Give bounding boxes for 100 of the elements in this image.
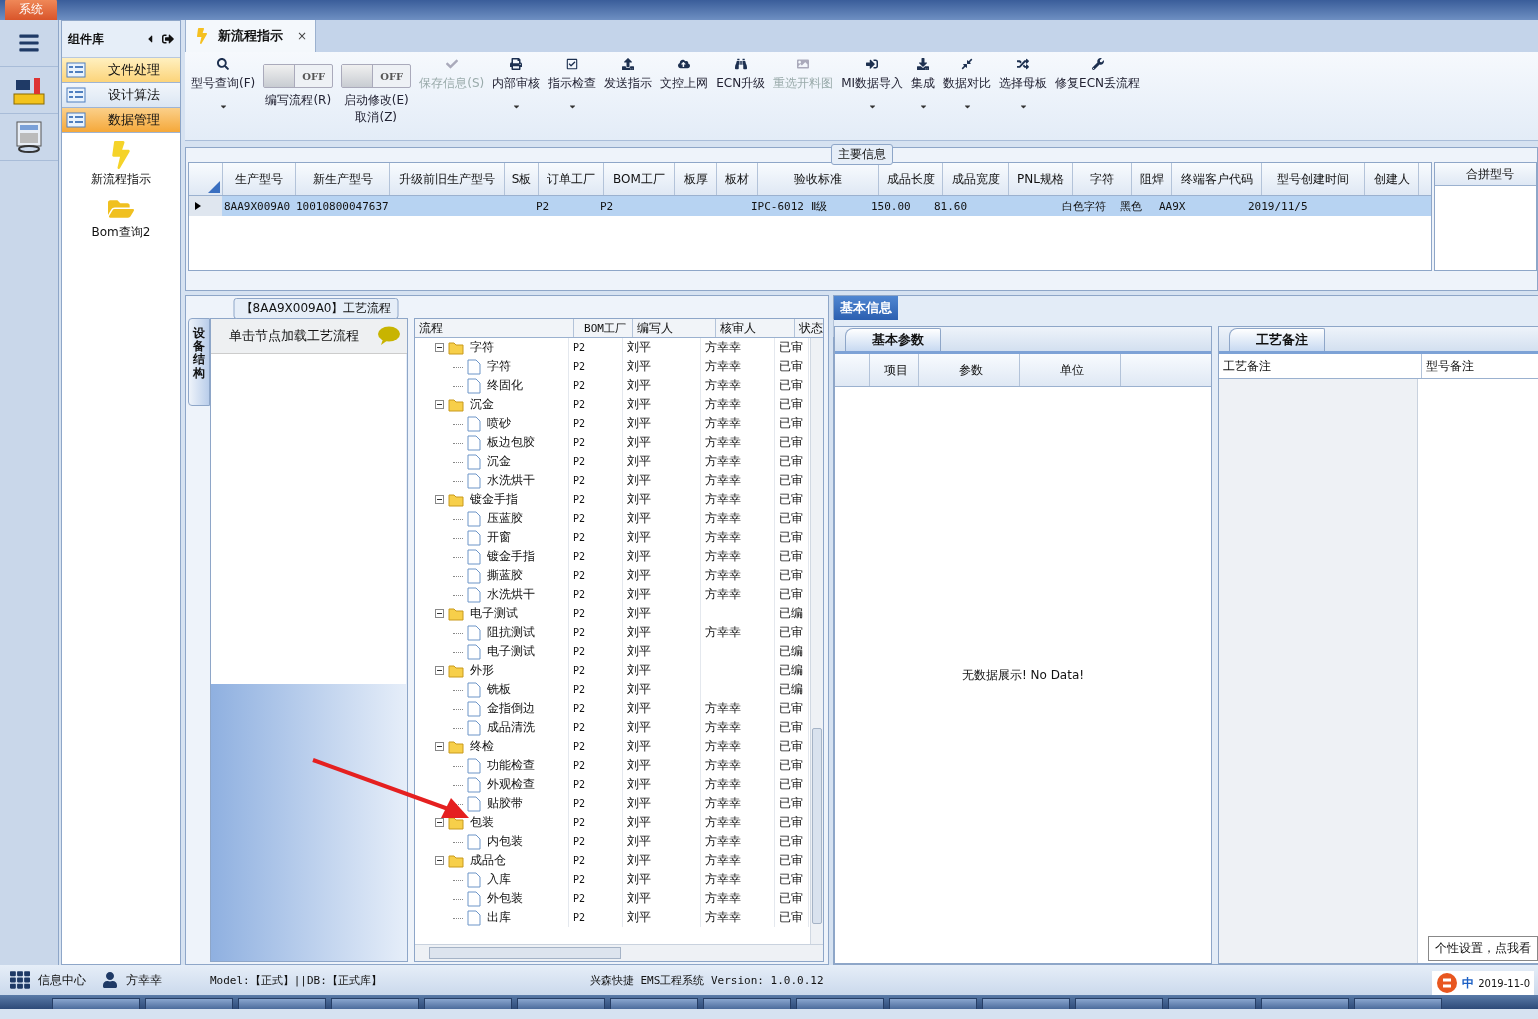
ime-mode[interactable]: 中 <box>1462 974 1475 992</box>
table-row[interactable]: 8AA9X009A0 10010800047637 P2 P2 IPC-6012 Ⅱ级 150.00 81.60 白色字符 黑色 AA9X 2019/11/5 <box>189 196 1431 216</box>
info-center-link[interactable]: 信息中心 <box>38 971 86 989</box>
tool-label[interactable]: 新流程指示 <box>91 171 151 188</box>
column-header[interactable]: 单位 <box>1020 354 1121 386</box>
toolbar-button[interactable]: MI数据导入 <box>837 56 908 111</box>
column-header[interactable]: 验收标准 <box>758 163 879 195</box>
document-tab[interactable]: 新流程指示 × <box>185 20 317 52</box>
column-header[interactable]: 工艺备注 <box>1219 354 1422 378</box>
column-header[interactable]: 板材 <box>717 163 758 195</box>
tree-row[interactable]: 出库 P2 刘平 方幸幸 已审 <box>415 908 810 927</box>
taskbar-button[interactable] <box>610 998 698 1009</box>
taskbar-button[interactable] <box>796 998 884 1009</box>
toggle-button[interactable]: OFF 编写流程(R) <box>259 60 338 109</box>
taskbar-button[interactable] <box>889 998 977 1009</box>
taskbar-button[interactable] <box>703 998 791 1009</box>
column-header[interactable]: 订单工厂 <box>539 163 604 195</box>
pin-icon[interactable] <box>162 33 174 45</box>
toolbar-button[interactable]: 内部审核 <box>488 56 545 111</box>
column-header[interactable]: 合拼型号 <box>1435 163 1536 185</box>
tool-label[interactable]: Bom查询2 <box>91 224 151 241</box>
category-item[interactable]: 数据管理 <box>62 108 180 133</box>
taskbar-button[interactable] <box>1168 998 1256 1009</box>
calculator-icon[interactable] <box>15 121 43 153</box>
column-header[interactable]: 字符 <box>1073 163 1132 195</box>
info-tab[interactable]: 基本信息 <box>834 296 898 320</box>
tree-row[interactable]: 入库 P2 刘平 方幸幸 已审 <box>415 870 810 889</box>
collapse-icon[interactable] <box>435 666 444 675</box>
grid-icon[interactable] <box>10 970 30 990</box>
collapse-icon[interactable] <box>435 609 444 618</box>
tree-row[interactable]: 压蓝胶 P2 刘平 方幸幸 已审 <box>415 509 810 528</box>
taskbar-button[interactable] <box>982 998 1070 1009</box>
toolbar-button[interactable]: ECN升级 <box>712 56 770 92</box>
column-header[interactable]: PNL规格 <box>1009 163 1073 195</box>
taskbar-button[interactable] <box>238 998 326 1009</box>
menu-icon[interactable] <box>18 32 40 54</box>
tree-row[interactable]: 镀金手指 P2 刘平 方幸幸 已审 <box>415 547 810 566</box>
tree-row[interactable]: 水洗烘干 P2 刘平 方幸幸 已审 <box>415 585 810 604</box>
collapse-icon[interactable] <box>435 343 444 352</box>
taskbar-button[interactable] <box>517 998 605 1009</box>
toolbar-button[interactable]: 数据对比 <box>939 56 996 111</box>
taskbar-button[interactable] <box>1354 998 1442 1009</box>
tree-row[interactable]: 镀金手指 P2 刘平 方幸幸 已审 <box>415 490 810 509</box>
tree-row[interactable]: 电子测试 P2 刘平 已编 <box>415 604 810 623</box>
tree-row[interactable]: 外观检查 P2 刘平 方幸幸 已审 <box>415 775 810 794</box>
taskbar-button[interactable] <box>331 998 419 1009</box>
tree-row[interactable]: 撕蓝胶 P2 刘平 方幸幸 已审 <box>415 566 810 585</box>
taskbar-button[interactable] <box>145 998 233 1009</box>
column-header[interactable]: 型号备注 <box>1422 354 1538 378</box>
collapse-icon[interactable] <box>435 400 444 409</box>
tree-row[interactable]: 终检 P2 刘平 方幸幸 已审 <box>415 737 810 756</box>
tree-row[interactable]: 功能检查 P2 刘平 方幸幸 已审 <box>415 756 810 775</box>
tree-row[interactable]: 外形 P2 刘平 已编 <box>415 661 810 680</box>
taskbar-button[interactable] <box>1075 998 1163 1009</box>
toolbar-button[interactable]: 型号查询(F) <box>187 56 260 111</box>
toggle-button[interactable]: OFF 启动修改(E) 取消(Z) <box>337 60 416 126</box>
column-header[interactable]: 型号创建时间 <box>1262 163 1365 195</box>
sub-tab[interactable]: 基本参数 <box>845 328 941 351</box>
toolbar-button[interactable]: 选择母板 <box>995 56 1052 111</box>
category-item[interactable]: 文件处理 <box>62 58 180 83</box>
tree-row[interactable]: 板边包胶 P2 刘平 方幸幸 已审 <box>415 433 810 452</box>
taskbar-button[interactable] <box>424 998 512 1009</box>
tree-row[interactable]: 开窗 P2 刘平 方幸幸 已审 <box>415 528 810 547</box>
column-header[interactable]: 流程 <box>415 319 574 337</box>
tree-row[interactable]: 字符 P2 刘平 方幸幸 已审 <box>415 338 810 357</box>
column-header[interactable]: 成品宽度 <box>943 163 1009 195</box>
tree-row[interactable]: 成品清洗 P2 刘平 方幸幸 已审 <box>415 718 810 737</box>
column-header[interactable]: 创建人 <box>1365 163 1419 195</box>
column-header[interactable]: 阻焊 <box>1132 163 1172 195</box>
tree-row[interactable]: 电子测试 P2 刘平 已编 <box>415 642 810 661</box>
toolbar-button[interactable]: 修复ECN丢流程 <box>1051 56 1145 92</box>
toolbar-button[interactable]: 发送指示 <box>600 56 657 92</box>
column-header[interactable]: 项目 <box>870 354 919 386</box>
column-header[interactable]: BOM工厂 <box>604 163 675 195</box>
close-icon[interactable]: × <box>297 29 308 43</box>
collapse-icon[interactable] <box>435 495 444 504</box>
scrollbar[interactable] <box>810 338 823 944</box>
tree-row[interactable]: 喷砂 P2 刘平 方幸幸 已审 <box>415 414 810 433</box>
column-header[interactable]: 新生产型号 <box>296 163 390 195</box>
column-header[interactable]: 终端客户代码 <box>1172 163 1262 195</box>
tree-row[interactable]: 成品仓 P2 刘平 方幸幸 已审 <box>415 851 810 870</box>
collapse-icon[interactable] <box>435 818 444 827</box>
taskbar-button[interactable] <box>52 998 140 1009</box>
column-header[interactable]: S板 <box>505 163 539 195</box>
column-header[interactable]: 升级前旧生产型号 <box>390 163 505 195</box>
toolbar-button[interactable]: 集成 <box>907 56 940 111</box>
toolbar-button[interactable]: 指示检查 <box>544 56 601 111</box>
tree-row[interactable]: 沉金 P2 刘平 方幸幸 已审 <box>415 452 810 471</box>
tree-row[interactable]: 内包装 P2 刘平 方幸幸 已审 <box>415 832 810 851</box>
side-tab[interactable]: 设备结构 <box>188 318 210 406</box>
scrollbar[interactable] <box>415 944 823 961</box>
tree-row[interactable]: 阻抗测试 P2 刘平 方幸幸 已审 <box>415 623 810 642</box>
column-header[interactable]: 生产型号 <box>223 163 296 195</box>
column-header[interactable]: 核审人 <box>716 319 795 337</box>
tree-row[interactable]: 沉金 P2 刘平 方幸幸 已审 <box>415 395 810 414</box>
sub-tab[interactable]: 工艺备注 <box>1229 328 1325 351</box>
tree-row[interactable]: 水洗烘干 P2 刘平 方幸幸 已审 <box>415 471 810 490</box>
collapse-icon[interactable] <box>435 856 444 865</box>
column-header[interactable]: BOM工厂 <box>574 319 633 337</box>
taskbar-button[interactable] <box>1261 998 1349 1009</box>
